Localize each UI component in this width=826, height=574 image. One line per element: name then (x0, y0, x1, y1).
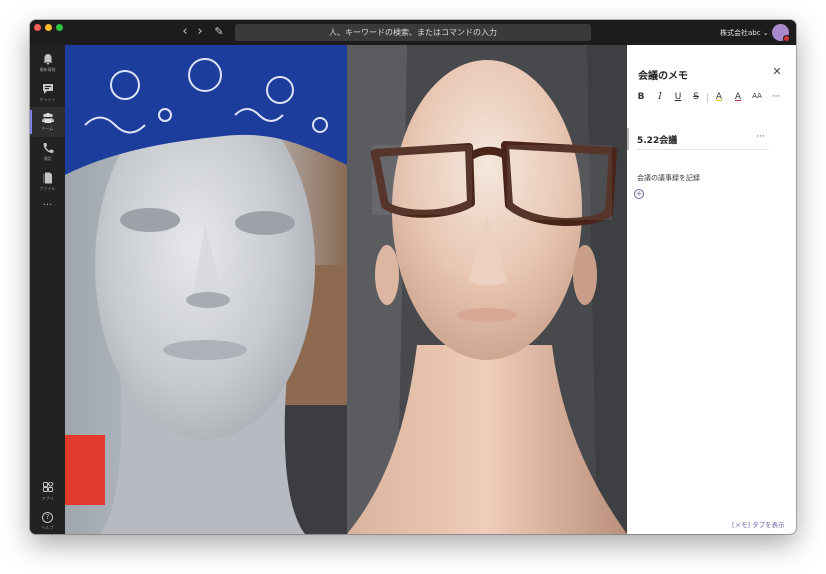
underline-button[interactable]: U (672, 92, 684, 102)
close-window-button[interactable] (34, 24, 41, 31)
strikethrough-button[interactable]: S (690, 92, 702, 102)
help-icon: ? (42, 512, 53, 523)
more-options-icon[interactable]: ··· (769, 92, 783, 102)
bell-icon (43, 54, 52, 65)
compose-icon[interactable]: ✎ (212, 25, 226, 39)
more-icon: ··· (42, 200, 53, 211)
rail-label: ヘルプ (41, 525, 54, 530)
rail-item-activity[interactable]: 最新情報 (30, 48, 65, 78)
rail-item-chat[interactable]: チャット (30, 78, 65, 108)
font-size-icon[interactable]: AA (749, 92, 765, 100)
search-input[interactable]: 人、キーワードの検索、またはコマンドの入力 (235, 24, 591, 41)
rail-item-apps[interactable]: アプリ (30, 477, 65, 507)
rail-label: チーム (41, 126, 54, 131)
phone-icon (43, 143, 53, 153)
apps-icon (42, 482, 53, 492)
notes-title: 会議のメモ (638, 71, 688, 82)
rail-label: ファイル (39, 186, 56, 191)
video-tile-participant-1[interactable] (65, 45, 347, 534)
rail-item-calls[interactable]: 通話 (30, 137, 65, 167)
section-indicator (627, 128, 629, 150)
highlight-icon[interactable]: A (713, 92, 725, 102)
title-bar: ‹ › ✎ 人、キーワードの検索、またはコマンドの入力 株式会社abc ⌄ (30, 20, 796, 45)
file-icon (43, 172, 52, 184)
teams-icon (41, 112, 54, 123)
section-title: 5.22会議 (637, 136, 678, 146)
rail-label: 通話 (43, 156, 52, 161)
rail-label: チャット (39, 97, 56, 102)
section-more-icon[interactable]: ··· (756, 132, 765, 142)
add-section-icon[interactable]: + (634, 189, 644, 199)
back-button[interactable]: ‹ (178, 25, 192, 39)
teams-window: ‹ › ✎ 人、キーワードの検索、またはコマンドの入力 株式会社abc ⌄ 最新… (30, 20, 796, 534)
notes-section[interactable]: 5.22会議 ··· (627, 128, 796, 150)
rail-item-teams[interactable]: チーム (30, 107, 65, 137)
font-color-icon[interactable]: A (732, 92, 744, 102)
bold-button[interactable]: B (635, 92, 647, 102)
presence-busy-icon (783, 35, 790, 42)
zoom-window-button[interactable] (56, 24, 63, 31)
rail-item-help[interactable]: ? ヘルプ (30, 507, 65, 534)
section-divider (637, 149, 769, 150)
close-notes-button[interactable]: ✕ (771, 65, 783, 78)
rail-item-files[interactable]: ファイル (30, 167, 65, 197)
rail-label: アプリ (41, 496, 54, 501)
note-body-text[interactable]: 会議の議事録を記録 (637, 173, 700, 183)
toolbar-divider (707, 93, 708, 103)
participant-video-feed (347, 45, 627, 534)
meeting-notes-panel: 会議のメモ ✕ B I U S A A AA ··· 5.22会議 ··· 会議… (627, 45, 796, 534)
profile-avatar[interactable] (772, 24, 790, 42)
chat-icon (42, 84, 53, 94)
app-rail: 最新情報 チャット チーム 通話 ファイル ··· アプリ ? ヘルプ (30, 45, 65, 534)
rail-label: 最新情報 (39, 67, 56, 72)
rail-more-button[interactable]: ··· (30, 200, 65, 216)
participant-video-feed (65, 45, 347, 534)
minimize-window-button[interactable] (45, 24, 52, 31)
show-notes-tab-link[interactable]: [メモ] タブを表示 (732, 519, 785, 529)
org-switcher[interactable]: 株式会社abc ⌄ (720, 28, 769, 38)
italic-button[interactable]: I (654, 92, 666, 102)
video-tile-participant-2[interactable] (347, 45, 627, 534)
forward-button[interactable]: › (193, 25, 207, 39)
